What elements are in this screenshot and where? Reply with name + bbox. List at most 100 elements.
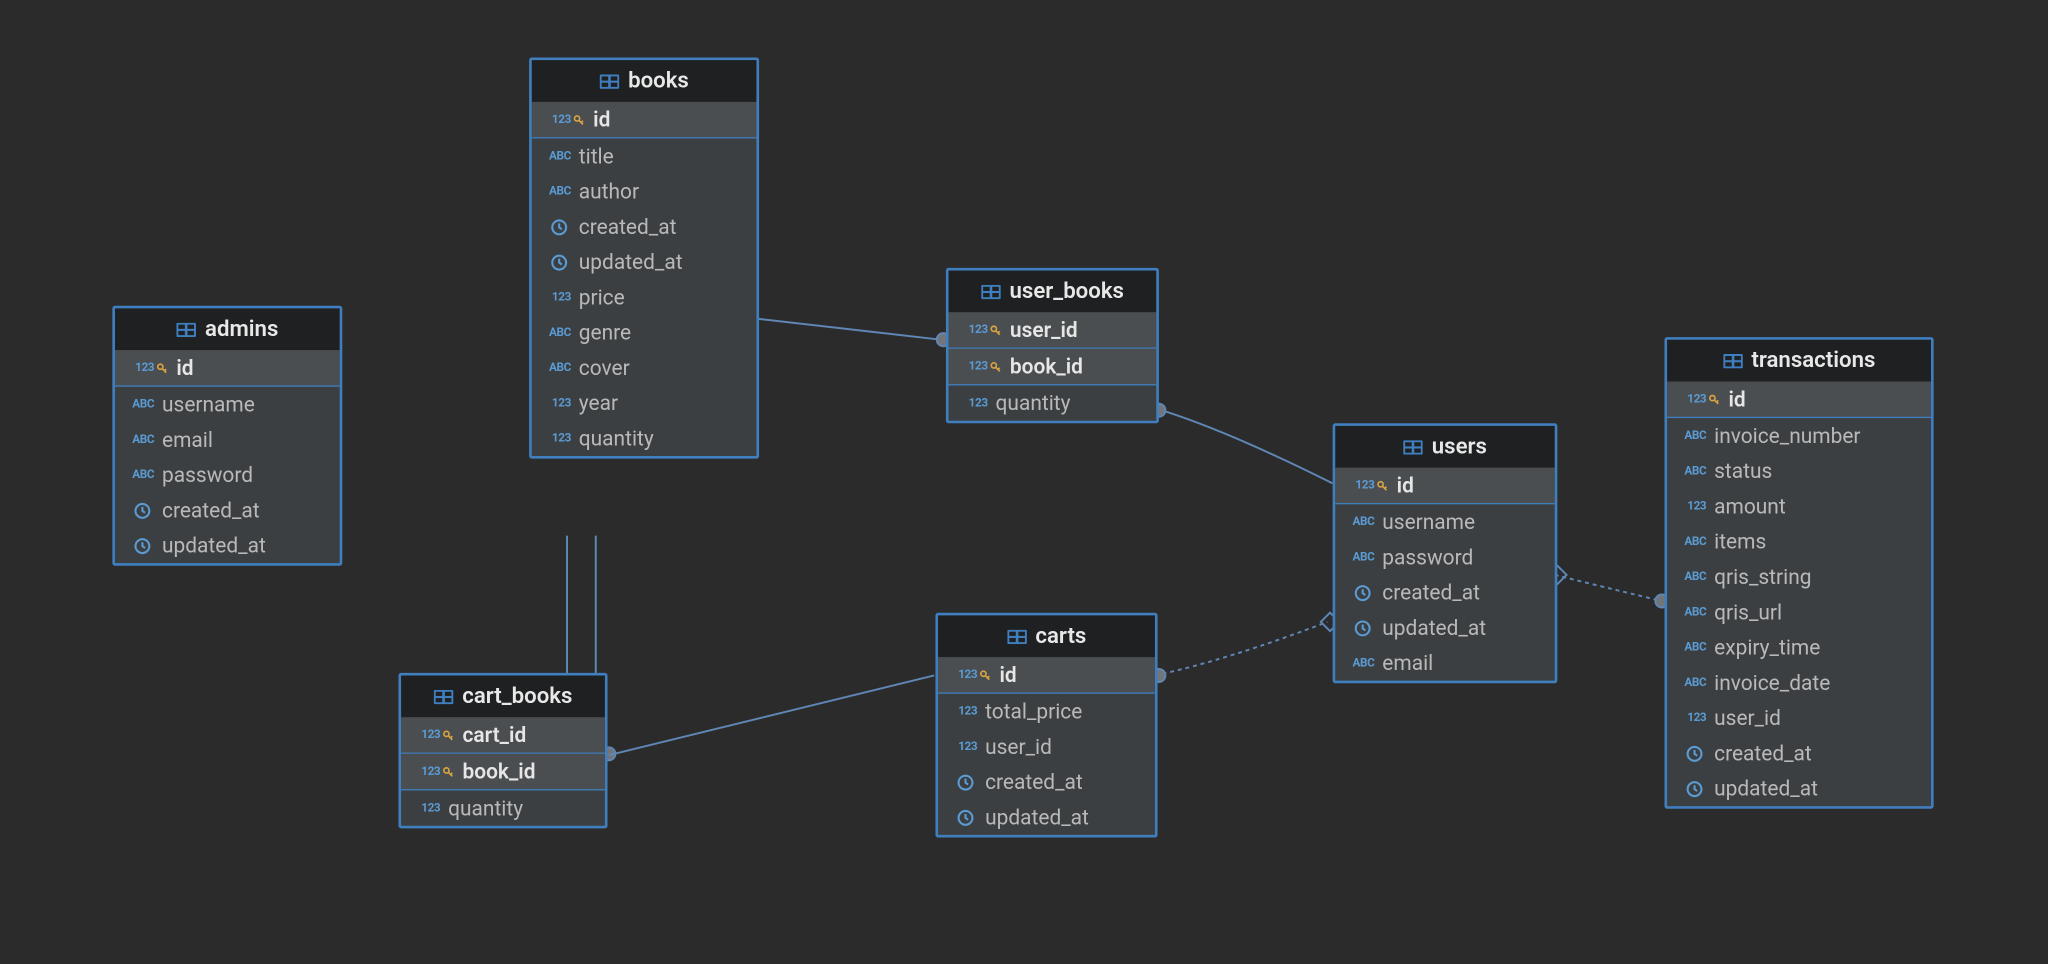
column-row[interactable]: 123book_id <box>401 754 605 791</box>
type-abc-icon: ABC <box>1346 551 1375 564</box>
column-row[interactable]: 123id <box>1667 381 1931 418</box>
table-cart-books[interactable]: cart_books 123cart_id 123book_id 123quan… <box>398 673 607 828</box>
key-icon <box>990 325 1002 337</box>
column-row[interactable]: created_at <box>1667 736 1931 771</box>
clock-icon <box>550 253 568 271</box>
column-row[interactable]: ABCauthor <box>532 174 757 209</box>
column-row[interactable]: 123user_id <box>949 312 1157 349</box>
type-123-icon: 123 <box>1678 393 1707 406</box>
type-123-icon: 123 <box>959 323 988 336</box>
column-row[interactable]: ABCstatus <box>1667 453 1931 488</box>
table-header: carts <box>938 615 1155 657</box>
key-icon <box>157 363 169 375</box>
type-123-icon: 123 <box>1678 711 1707 724</box>
type-abc-icon: ABC <box>125 398 154 411</box>
table-title: cart_books <box>462 683 572 709</box>
clock-icon <box>133 501 151 519</box>
type-123-icon: 123 <box>949 740 978 753</box>
column-row[interactable]: 123amount <box>1667 489 1931 524</box>
table-icon <box>1403 440 1423 454</box>
key-icon <box>443 730 455 742</box>
column-row[interactable]: ABCtitle <box>532 138 757 173</box>
type-123-icon: 123 <box>542 432 571 445</box>
table-icon <box>176 322 196 336</box>
table-icon <box>1723 353 1743 367</box>
column-row[interactable]: 123quantity <box>949 385 1157 420</box>
column-row[interactable]: 123 id <box>115 350 340 387</box>
table-title: carts <box>1035 623 1086 649</box>
column-row[interactable]: 123id <box>1335 468 1554 505</box>
type-123-icon: 123 <box>949 705 978 718</box>
column-row[interactable]: ABCcover <box>532 350 757 385</box>
column-row[interactable]: ABCgenre <box>532 315 757 350</box>
key-icon <box>443 767 455 779</box>
type-123-icon: 123 <box>959 397 988 410</box>
column-row[interactable]: ABCexpiry_time <box>1667 630 1931 665</box>
table-users[interactable]: users 123id ABCusername ABCpassword crea… <box>1333 423 1558 683</box>
column-row[interactable]: 123total_price <box>938 694 1155 729</box>
column-row[interactable]: 123id <box>532 102 757 139</box>
table-admins[interactable]: admins 123 id ABCusername ABCemail ABCpa… <box>112 306 342 566</box>
key-icon <box>574 115 586 127</box>
column-row[interactable]: ABCinvoice_number <box>1667 418 1931 453</box>
table-header: users <box>1335 426 1554 468</box>
column-row[interactable]: updated_at <box>115 528 340 563</box>
table-header: admins <box>115 308 340 350</box>
key-icon <box>980 670 992 682</box>
column-row[interactable]: 123quantity <box>532 421 757 456</box>
column-row[interactable]: 123user_id <box>938 729 1155 764</box>
column-row[interactable]: ABCpassword <box>115 457 340 492</box>
key-icon <box>990 362 1002 374</box>
column-row[interactable]: created_at <box>938 764 1155 799</box>
type-abc-icon: ABC <box>542 150 571 163</box>
column-row[interactable]: ABCqris_string <box>1667 559 1931 594</box>
table-icon <box>981 284 1001 298</box>
type-123-icon: 123 <box>412 728 441 741</box>
type-abc-icon: ABC <box>1678 641 1707 654</box>
column-row[interactable]: 123id <box>938 657 1155 694</box>
column-row[interactable]: ABCitems <box>1667 524 1931 559</box>
table-user-books[interactable]: user_books 123user_id 123book_id 123quan… <box>946 268 1159 423</box>
column-row[interactable]: updated_at <box>532 244 757 279</box>
column-row[interactable]: ABCusername <box>1335 504 1554 539</box>
table-title: transactions <box>1751 348 1875 374</box>
type-abc-icon: ABC <box>542 185 571 198</box>
type-abc-icon: ABC <box>1346 515 1375 528</box>
table-title: books <box>628 68 689 94</box>
type-123-icon: 123 <box>949 668 978 681</box>
type-abc-icon: ABC <box>125 468 154 481</box>
table-header: user_books <box>949 270 1157 312</box>
column-row[interactable]: ABCinvoice_date <box>1667 665 1931 700</box>
table-icon <box>1007 629 1027 643</box>
column-row[interactable]: 123quantity <box>401 790 605 825</box>
clock-icon <box>956 773 974 791</box>
column-row[interactable]: updated_at <box>938 800 1155 835</box>
table-title: user_books <box>1010 278 1124 304</box>
type-abc-icon: ABC <box>1678 570 1707 583</box>
table-transactions[interactable]: transactions 123id ABCinvoice_number ABC… <box>1664 337 1933 809</box>
column-row[interactable]: 123book_id <box>949 349 1157 386</box>
table-carts[interactable]: carts 123id 123total_price 123user_id cr… <box>935 613 1157 838</box>
column-row[interactable]: created_at <box>115 493 340 528</box>
column-row[interactable]: 123year <box>532 385 757 420</box>
type-123-icon: 123 <box>1346 479 1375 492</box>
column-row[interactable]: 123price <box>532 280 757 315</box>
clock-icon <box>1685 779 1703 797</box>
column-row[interactable]: 123cart_id <box>401 717 605 754</box>
column-row[interactable]: created_at <box>532 209 757 244</box>
table-header: transactions <box>1667 340 1931 382</box>
column-row[interactable]: 123user_id <box>1667 700 1931 735</box>
column-row[interactable]: ABCusername <box>115 387 340 422</box>
column-row[interactable]: ABCemail <box>115 422 340 457</box>
column-row[interactable]: updated_at <box>1667 771 1931 806</box>
column-row[interactable]: ABCqris_url <box>1667 594 1931 629</box>
type-123-icon: 123 <box>125 361 154 374</box>
type-123-icon: 123 <box>1678 500 1707 513</box>
column-row[interactable]: ABCemail <box>1335 645 1554 680</box>
column-row[interactable]: created_at <box>1335 575 1554 610</box>
key-icon <box>1709 395 1721 407</box>
table-books[interactable]: books 123id ABCtitle ABCauthor created_a… <box>529 57 759 458</box>
column-row[interactable]: ABCpassword <box>1335 540 1554 575</box>
column-row[interactable]: updated_at <box>1335 610 1554 645</box>
type-abc-icon: ABC <box>1678 429 1707 442</box>
